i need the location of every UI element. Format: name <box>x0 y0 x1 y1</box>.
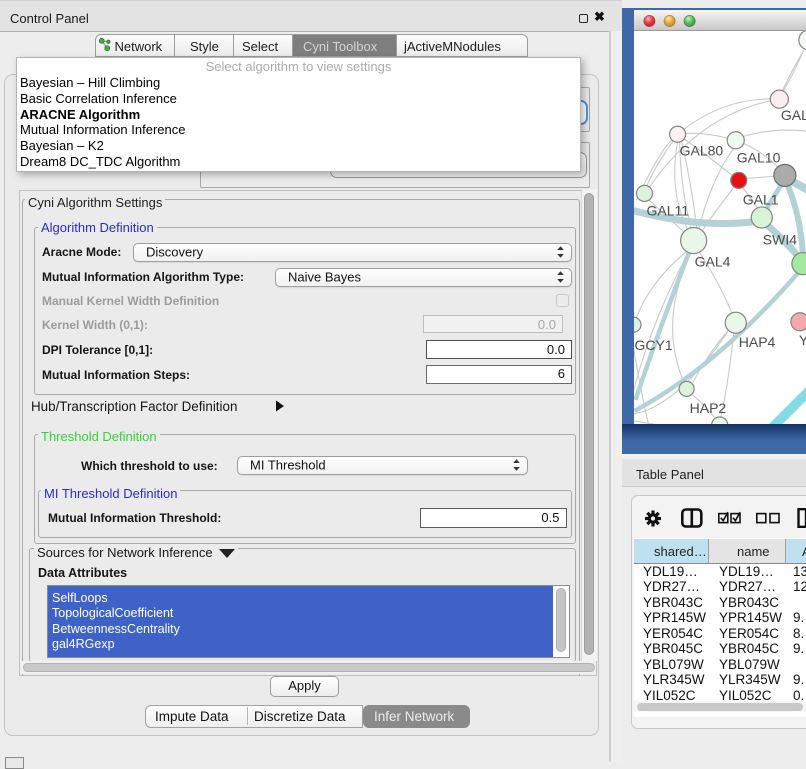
svg-text:GAL7: GAL7 <box>780 107 806 123</box>
svg-text:GAL4: GAL4 <box>694 254 730 270</box>
svg-text:YL: YL <box>798 332 805 348</box>
svg-text:HAP4: HAP4 <box>738 334 775 350</box>
svg-text:GAL1: GAL1 <box>742 191 778 207</box>
svg-text:GAL80: GAL80 <box>679 142 723 158</box>
svg-text:GAL11: GAL11 <box>646 202 689 218</box>
svg-text:GAL10: GAL10 <box>736 149 780 165</box>
svg-text:GCY1: GCY1 <box>634 337 672 353</box>
svg-text:HAP2: HAP2 <box>689 400 726 416</box>
svg-text:SWI4: SWI4 <box>762 232 796 248</box>
